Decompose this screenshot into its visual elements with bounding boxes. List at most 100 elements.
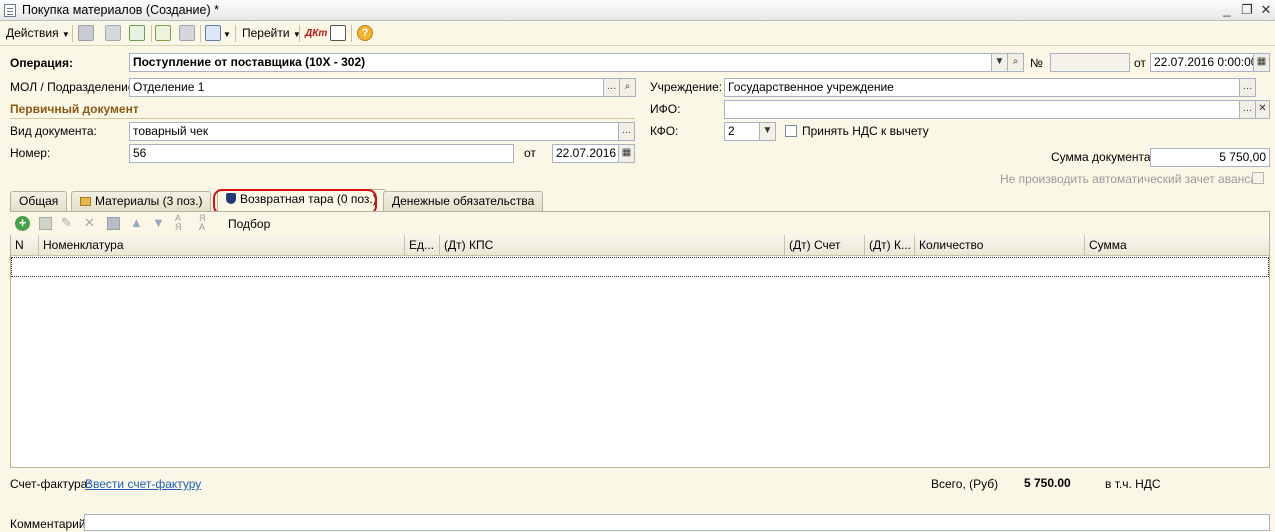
unpost-document-icon[interactable] (179, 25, 195, 41)
operation-dropdown-icon[interactable]: ▼ (991, 53, 1008, 72)
no-offset-checkbox[interactable] (1252, 172, 1264, 184)
doc-type-select-icon[interactable]: … (618, 122, 635, 141)
post-document-icon[interactable] (155, 25, 171, 41)
number-field[interactable] (1050, 53, 1130, 72)
column-header-unit[interactable]: Ед... (405, 235, 440, 255)
mol-select-icon[interactable]: … (603, 78, 620, 97)
doc-type-label: Вид документа: (10, 124, 97, 138)
no-offset-label: Не производить автоматический зачет аван… (1000, 172, 1257, 186)
help-icon[interactable]: ? (357, 25, 373, 41)
ifo-select-icon[interactable]: … (1239, 100, 1256, 119)
operation-label: Операция: (10, 56, 74, 70)
column-header-nomenclature[interactable]: Номенклатура (39, 235, 405, 255)
add-row-icon[interactable]: + (15, 216, 30, 231)
column-header-n[interactable]: N (11, 235, 39, 255)
calendar-icon[interactable]: ▦ (1253, 53, 1270, 72)
toolbar-separator (235, 25, 236, 42)
institution-field[interactable]: Государственное учреждение (724, 78, 1240, 97)
dropdown-arrow-icon: ▼ (61, 30, 70, 39)
window-title: Покупка материалов (Создание) * (22, 3, 219, 17)
section-divider (10, 118, 635, 119)
tab-money-obligations-label: Денежные обязательства (392, 194, 535, 208)
sum-label: Сумма документа: (1051, 150, 1154, 164)
tab-general[interactable]: Общая (10, 191, 68, 211)
table-row[interactable] (11, 257, 1269, 277)
debit-credit-icon[interactable]: ДКт (305, 24, 327, 43)
tab-money-obligations[interactable]: Денежные обязательства (383, 191, 544, 211)
primary-date-label: от (524, 146, 536, 160)
mol-label: МОЛ / Подразделение: (10, 80, 138, 94)
vat-checkbox-label: Принять НДС к вычету (802, 124, 929, 138)
total-value: 5 750.00 (1024, 476, 1071, 490)
materials-icon (80, 197, 91, 206)
operation-search-icon[interactable]: ⌕ (1007, 53, 1024, 72)
toolbar-separator (72, 25, 73, 42)
toolbar-separator (351, 25, 352, 42)
comment-label: Комментарий: (10, 517, 89, 531)
tab-materials-label: Материалы (3 поз.) (95, 194, 203, 208)
institution-select-icon[interactable]: … (1239, 78, 1256, 97)
toolbar-separator (200, 25, 201, 42)
tab-general-label: Общая (19, 194, 59, 208)
move-down-icon[interactable]: ▼ (152, 215, 165, 230)
kfo-label: КФО: (650, 124, 679, 138)
toolbar: Действия ▼ ▼ Перейти ▼ ДКт ? (0, 21, 1275, 46)
actions-label: Действия (6, 26, 59, 40)
ifo-clear-icon[interactable]: ✕ (1255, 100, 1270, 119)
sort-descending-icon[interactable]: ЯA (199, 214, 206, 232)
copy-row-icon[interactable] (39, 217, 52, 230)
actions-menu-button[interactable]: Действия ▼ (6, 24, 70, 43)
primary-number-label: Номер: (10, 146, 51, 160)
date-field[interactable]: 22.07.2016 0:00:00 (1150, 53, 1254, 72)
restore-icon[interactable]: ❐ (1239, 2, 1255, 18)
column-header-sum[interactable]: Сумма (1085, 235, 1269, 255)
title-bar: Покупка материалов (Создание) * _ ❐ ✕ (0, 0, 1275, 21)
ifo-field[interactable] (724, 100, 1240, 119)
refresh-icon[interactable] (129, 25, 145, 41)
mol-field[interactable]: Отделение 1 (129, 78, 604, 97)
doc-type-field[interactable]: товарный чек (129, 122, 619, 141)
date-from-label: от (1134, 56, 1146, 70)
mol-search-icon[interactable]: ⌕ (619, 78, 636, 97)
comment-field[interactable] (84, 514, 1270, 531)
column-header-debit-account[interactable]: (Дт) Счет (785, 235, 865, 255)
minimize-icon[interactable]: _ (1219, 2, 1235, 18)
kfo-dropdown-icon[interactable]: ▼ (759, 122, 776, 141)
structure-icon[interactable] (330, 25, 346, 41)
vat-checkbox[interactable] (785, 125, 797, 137)
column-header-debit-k[interactable]: (Дт) К... (865, 235, 915, 255)
move-up-icon[interactable]: ▲ (130, 215, 143, 230)
delete-row-icon[interactable]: ✕ (84, 215, 95, 231)
print-dropdown-icon[interactable]: ▼ (223, 24, 231, 43)
column-header-debit-kps[interactable]: (Дт) КПС (440, 235, 785, 255)
total-label: Всего, (Руб) (931, 477, 999, 491)
sum-field[interactable]: 5 750,00 (1150, 148, 1270, 167)
table-toolbar: + ✎ ✕ ▲ ▼ AЯ ЯA Подбор (10, 212, 1268, 235)
print-icon[interactable] (205, 25, 221, 41)
sort-ascending-icon[interactable]: AЯ (175, 214, 182, 232)
toolbar-separator (151, 25, 152, 42)
enter-invoice-link[interactable]: Ввести счет-фактуру (85, 477, 201, 492)
tab-materials[interactable]: Материалы (3 поз.) (71, 191, 212, 211)
copy-disabled-icon[interactable] (105, 25, 121, 41)
save-disabled-icon[interactable] (78, 25, 94, 41)
table-header: N Номенклатура Ед... (Дт) КПС (Дт) Счет … (11, 235, 1269, 256)
goto-label: Перейти (242, 26, 290, 40)
ifo-label: ИФО: (650, 102, 681, 116)
end-edit-icon[interactable] (107, 217, 120, 230)
goto-menu-button[interactable]: Перейти ▼ (242, 24, 301, 43)
operation-field[interactable]: Поступление от поставщика (10Х - 302) (129, 53, 992, 72)
primary-doc-section-title: Первичный документ (10, 102, 139, 116)
selection-button[interactable]: Подбор (228, 217, 270, 231)
edit-row-icon[interactable]: ✎ (61, 215, 72, 231)
vat-included-label: в т.ч. НДС (1105, 477, 1161, 491)
primary-date-field[interactable]: 22.07.2016 (552, 144, 619, 163)
primary-number-field[interactable]: 56 (129, 144, 514, 163)
invoice-label: Счет-фактура: (10, 477, 91, 491)
kfo-field[interactable]: 2 (724, 122, 760, 141)
document-icon (4, 4, 16, 17)
close-icon[interactable]: ✕ (1258, 2, 1274, 18)
toolbar-separator (299, 25, 300, 42)
column-header-quantity[interactable]: Количество (915, 235, 1085, 255)
primary-calendar-icon[interactable]: ▦ (618, 144, 635, 163)
